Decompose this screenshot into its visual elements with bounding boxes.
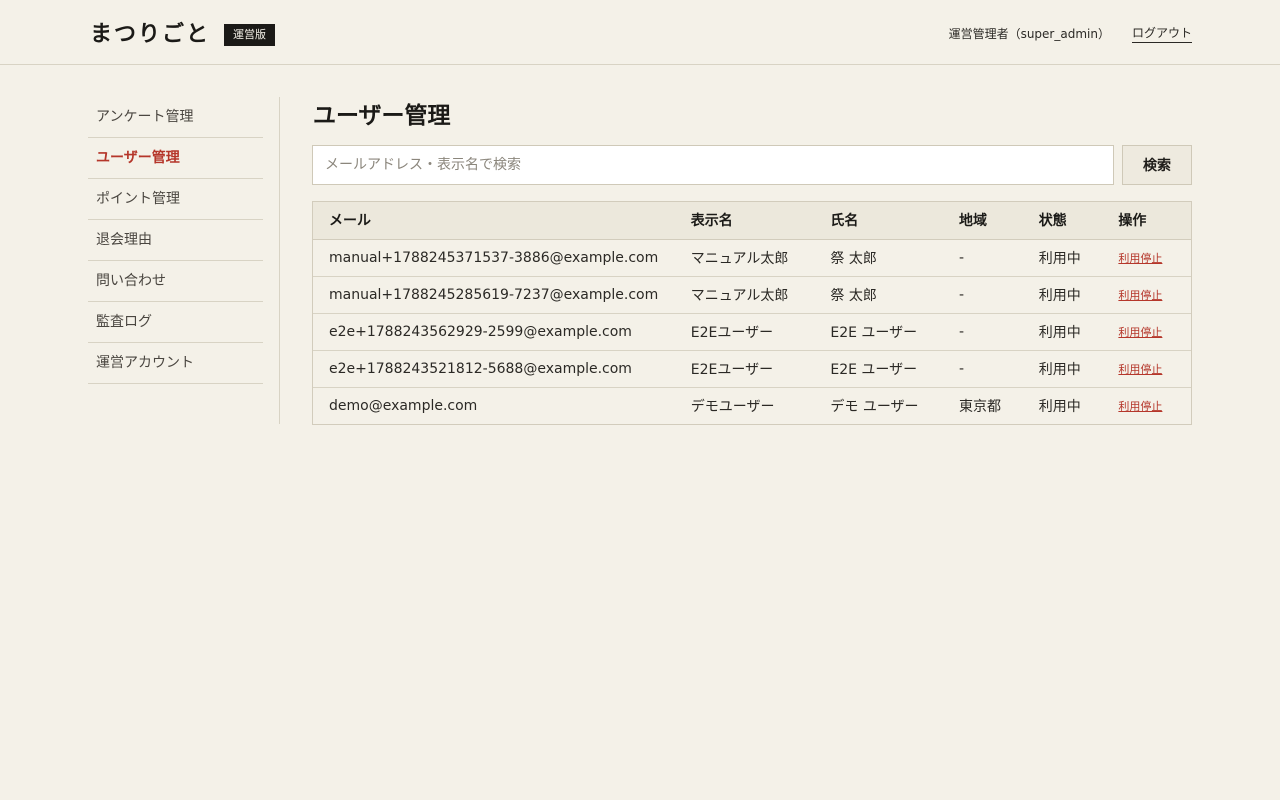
cell-region: - <box>943 276 1023 314</box>
cell-region: - <box>943 313 1023 351</box>
cell-display-name: マニュアル太郎 <box>674 276 815 314</box>
suspend-user-link[interactable]: 利用停止 <box>1118 252 1162 265</box>
search-input[interactable] <box>312 145 1114 185</box>
cell-status: 利用中 <box>1022 276 1103 314</box>
table-row: e2e+1788243562929-2599@example.com E2Eユー… <box>313 313 1191 351</box>
cell-email: e2e+1788243562929-2599@example.com <box>313 313 675 351</box>
sidebar-item-inquiries[interactable]: 問い合わせ <box>88 261 263 302</box>
sidebar-item-users[interactable]: ユーザー管理 <box>88 138 263 179</box>
cell-email: e2e+1788243521812-5688@example.com <box>313 350 675 388</box>
sidebar-item-audit-log[interactable]: 監査ログ <box>88 302 263 343</box>
cell-status: 利用中 <box>1022 239 1103 277</box>
suspend-user-link[interactable]: 利用停止 <box>1118 363 1162 376</box>
users-table: メール 表示名 氏名 地域 状態 操作 manual+1788245371537… <box>312 201 1192 425</box>
column-header-full-name: 氏名 <box>814 202 944 240</box>
cell-status: 利用中 <box>1022 350 1103 388</box>
cell-actions: 利用停止 <box>1102 387 1191 424</box>
table-row: demo@example.com デモユーザー デモ ユーザー 東京都 利用中 … <box>313 387 1191 424</box>
table-header-row: メール 表示名 氏名 地域 状態 操作 <box>313 202 1191 240</box>
column-header-actions: 操作 <box>1102 202 1191 240</box>
suspend-user-link[interactable]: 利用停止 <box>1118 326 1162 339</box>
current-admin-label: 運営管理者（super_admin） <box>948 27 1110 41</box>
header-account: 運営管理者（super_admin） ログアウト <box>949 24 1192 43</box>
cell-full-name: 祭 太郎 <box>814 239 944 277</box>
cell-email: manual+1788245285619-7237@example.com <box>313 276 675 314</box>
main-content: ユーザー管理 検索 メール 表示名 氏名 地域 状態 操作 <box>312 97 1192 425</box>
page-title: ユーザー管理 <box>313 102 451 129</box>
cell-email: manual+1788245371537-3886@example.com <box>313 239 675 277</box>
sidebar-divider <box>279 97 280 424</box>
cell-display-name: E2Eユーザー <box>674 313 815 351</box>
table-row: e2e+1788243521812-5688@example.com E2Eユー… <box>313 350 1191 388</box>
cell-email: demo@example.com <box>329 397 478 414</box>
column-header-display-name: 表示名 <box>674 202 815 240</box>
cell-display-name: デモユーザー <box>690 398 775 415</box>
cell-actions: 利用停止 <box>1102 313 1191 351</box>
cell-status: 利用中 <box>1038 398 1081 415</box>
cell-actions: 利用停止 <box>1102 276 1191 314</box>
cell-status: 利用中 <box>1022 313 1103 351</box>
search-button[interactable]: 検索 <box>1122 145 1192 185</box>
cell-actions: 利用停止 <box>1102 239 1191 277</box>
logout-link[interactable]: ログアウト <box>1131 24 1192 43</box>
cell-full-name: E2E ユーザー <box>814 350 944 388</box>
cell-full-name: デモ ユーザー <box>830 398 919 415</box>
cell-region: - <box>943 350 1023 388</box>
cell-actions: 利用停止 <box>1102 350 1191 388</box>
sidebar-nav: アンケート管理 ユーザー管理 ポイント管理 退会理由 問い合わせ 監査ログ 運営… <box>88 97 263 384</box>
sidebar-item-points[interactable]: ポイント管理 <box>88 179 263 220</box>
suspend-user-link[interactable]: 利用停止 <box>1118 400 1162 413</box>
cell-region: 東京都 <box>959 398 1002 415</box>
cell-full-name: E2E ユーザー <box>814 313 944 351</box>
sidebar-item-withdrawal-reasons[interactable]: 退会理由 <box>88 220 263 261</box>
cell-display-name: E2Eユーザー <box>674 350 815 388</box>
app-header: まつりごと 運営版 運営管理者（super_admin） ログアウト <box>0 0 1280 65</box>
search-bar: 検索 <box>312 145 1192 185</box>
column-header-email: メール <box>313 202 675 240</box>
cell-display-name: マニュアル太郎 <box>674 239 815 277</box>
table-row: manual+1788245371537-3886@example.com マニ… <box>313 239 1191 277</box>
suspend-user-link[interactable]: 利用停止 <box>1118 289 1162 302</box>
table-row: manual+1788245285619-7237@example.com マニ… <box>313 276 1191 314</box>
column-header-region: 地域 <box>943 202 1023 240</box>
cell-region: - <box>943 239 1023 277</box>
cell-full-name: 祭 太郎 <box>814 276 944 314</box>
sidebar-item-surveys[interactable]: アンケート管理 <box>88 97 263 138</box>
edition-badge: 運営版 <box>224 24 276 46</box>
sidebar-item-admin-accounts[interactable]: 運営アカウント <box>88 343 263 384</box>
brand: まつりごと 運営版 <box>90 16 276 48</box>
app-logo[interactable]: まつりごと <box>90 16 210 48</box>
column-header-status: 状態 <box>1022 202 1103 240</box>
